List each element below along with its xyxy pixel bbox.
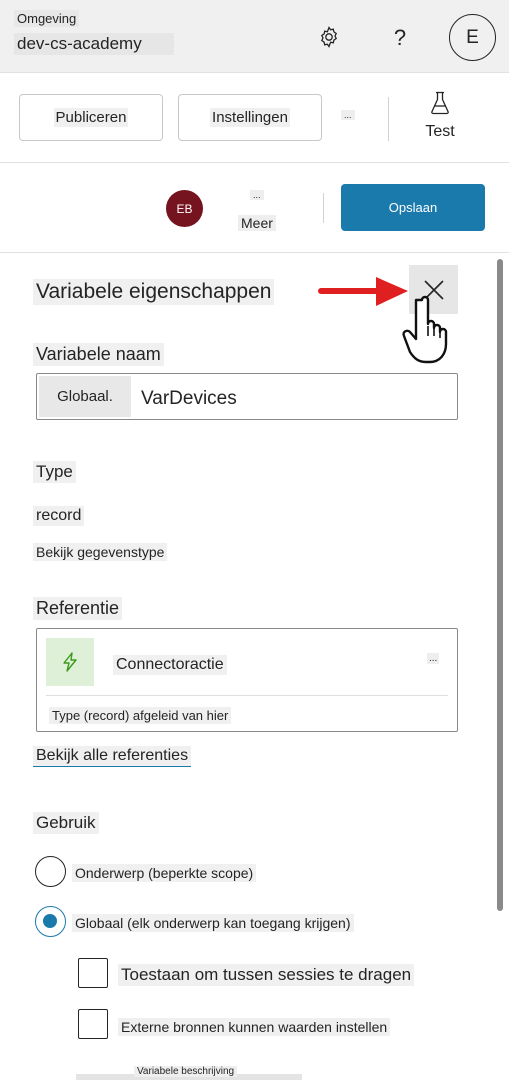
radio-global-scope[interactable]	[35, 906, 66, 937]
panel-scrollbar[interactable]	[497, 259, 503, 911]
environment-label: Omgeving	[14, 10, 80, 27]
secondary-divider	[323, 193, 324, 223]
radio-topic-scope[interactable]	[35, 856, 66, 887]
settings-gear-icon[interactable]	[312, 20, 346, 54]
view-all-references-link[interactable]: Bekijk alle referenties	[33, 746, 192, 767]
variable-name-label: Variabele naam	[33, 343, 164, 366]
reference-divider	[46, 695, 448, 696]
publish-label: Publiceren	[53, 108, 129, 127]
annotation-arrow-icon	[318, 277, 408, 306]
publish-button[interactable]: Publiceren	[19, 94, 163, 141]
radio-global-scope-label[interactable]: Globaal (elk onderwerp kan toegang krijg…	[72, 914, 354, 932]
panel-title: Variabele eigenschappen	[33, 279, 275, 305]
reference-more-button[interactable]: ...	[427, 653, 440, 664]
secondary-toolbar: EB ... Meer Opslaan	[0, 163, 509, 253]
reference-name: Connectoractie	[113, 655, 227, 675]
pointer-hand-icon	[402, 295, 448, 364]
more-button[interactable]: Meer	[238, 215, 276, 231]
command-toolbar: Publiceren Instellingen ... Test	[0, 73, 509, 163]
user-avatar[interactable]: E	[449, 14, 496, 61]
checkbox-persist-sessions-label[interactable]: Toestaan om tussen sessies te dragen	[118, 964, 415, 986]
settings-label: Instellingen	[210, 108, 290, 127]
settings-button[interactable]: Instellingen	[178, 94, 322, 141]
radio-topic-scope-label[interactable]: Onderwerp (beperkte scope)	[72, 864, 257, 882]
description-label: Variabele beschrijving	[134, 1066, 238, 1077]
checkbox-persist-sessions[interactable]	[78, 958, 108, 988]
collaborator-avatar[interactable]: EB	[166, 190, 203, 227]
help-icon[interactable]: ?	[384, 22, 416, 54]
variable-name-value[interactable]: VarDevices	[141, 388, 237, 410]
flask-icon	[431, 91, 449, 115]
usage-label: Gebruik	[33, 812, 99, 834]
toolbar-divider	[388, 97, 389, 141]
test-label: Test	[425, 123, 455, 140]
test-button[interactable]: Test	[410, 91, 470, 147]
environment-name[interactable]: dev-cs-academy	[14, 33, 174, 55]
type-label: Type	[33, 461, 76, 483]
checkbox-external-sources-label[interactable]: Externe bronnen kunnen waarden instellen	[118, 1018, 391, 1036]
toolbar-more-button[interactable]: ...	[341, 110, 355, 120]
more-dots[interactable]: ...	[250, 190, 264, 200]
variable-scope-prefix: Globaal.	[39, 376, 131, 417]
variable-name-field[interactable]: Globaal. VarDevices	[36, 373, 458, 420]
connector-lightning-icon	[46, 638, 94, 686]
reference-label: Referentie	[33, 597, 123, 620]
environment-bar: Omgeving dev-cs-academy ? E	[0, 0, 509, 73]
type-value: record	[33, 506, 85, 526]
checkbox-external-sources[interactable]	[78, 1009, 108, 1039]
view-data-type-link[interactable]: Bekijk gegevenstype	[33, 543, 168, 561]
reference-subtitle: Type (record) afgeleid van hier	[49, 707, 232, 724]
save-button[interactable]: Opslaan	[341, 184, 485, 231]
reference-card[interactable]: Connectoractie ... Type (record) afgelei…	[36, 628, 458, 732]
